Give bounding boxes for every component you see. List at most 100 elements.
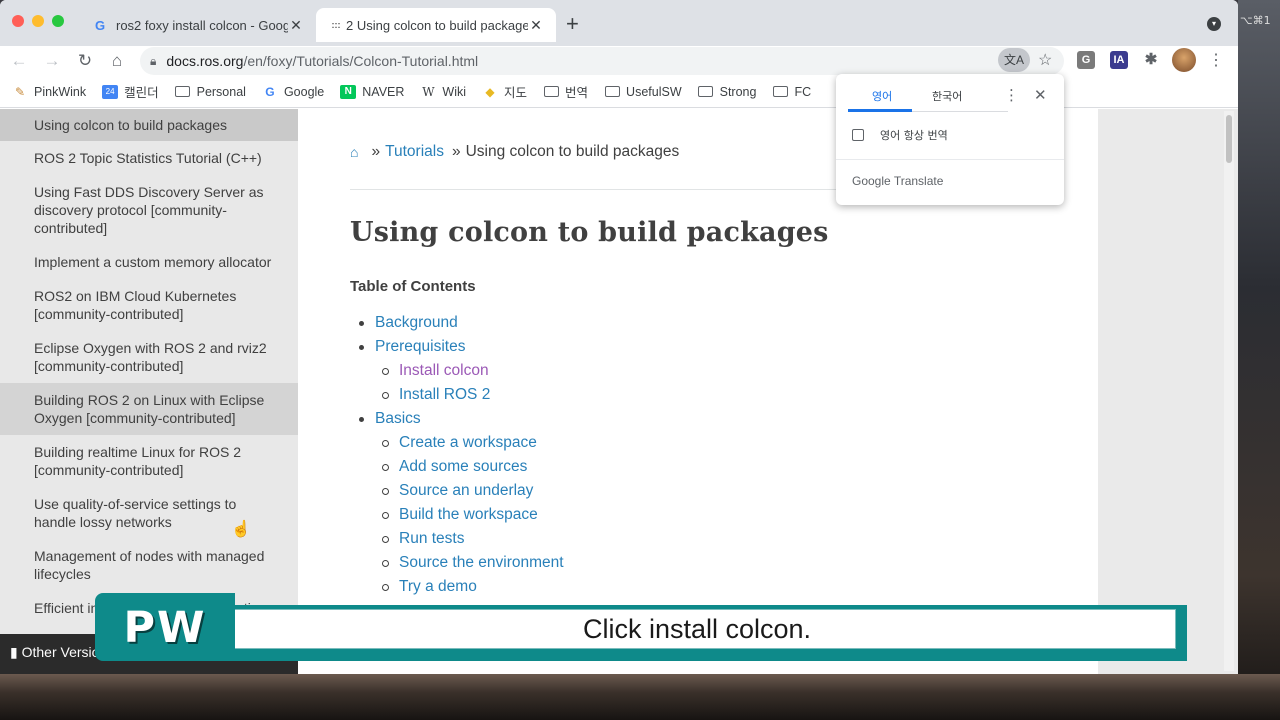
toc-link-background[interactable]: Background xyxy=(375,311,458,335)
home-icon[interactable]: ⌂ xyxy=(106,50,128,72)
circle-bullet-icon xyxy=(382,487,389,495)
toc-link-install-ros-2[interactable]: Install ROS 2 xyxy=(399,383,490,407)
toc-item: Build the workspace xyxy=(358,503,564,527)
close-icon[interactable]: ✕ xyxy=(1034,86,1047,104)
scrollbar-thumb[interactable] xyxy=(1226,115,1232,163)
bookmark-google[interactable]: G Google xyxy=(262,85,324,99)
wiki-icon: W xyxy=(422,84,435,99)
bookmark-usefulsw[interactable]: UsefulSW xyxy=(604,85,682,99)
toc-link-build-the-workspace[interactable]: Build the workspace xyxy=(399,503,538,527)
bookmark-naver[interactable]: N NAVER xyxy=(340,84,404,99)
minimize-window-button[interactable] xyxy=(32,15,44,27)
sidebar-item-qos[interactable]: Use quality-of-service settings to handl… xyxy=(0,487,298,539)
profile-avatar[interactable] xyxy=(1172,48,1196,72)
toc-item: Basics xyxy=(358,407,564,431)
new-tab-plus-icon[interactable]: + xyxy=(566,13,579,35)
bookmark-personal[interactable]: Personal xyxy=(175,85,246,99)
toc-item: Source an underlay xyxy=(358,479,564,503)
always-translate-label: 영어 항상 번역 xyxy=(880,129,948,142)
sidebar-item-eclipse-rviz2[interactable]: Eclipse Oxygen with ROS 2 and rviz2 [com… xyxy=(0,331,298,383)
address-bar[interactable]: 🔒︎ docs.ros.org/en/foxy/Tutorials/Colcon… xyxy=(140,47,1064,75)
bullet-icon xyxy=(359,320,364,326)
toc-link-add-some-sources[interactable]: Add some sources xyxy=(399,455,527,479)
tab-source-language[interactable]: 영어 xyxy=(872,88,892,104)
forward-arrow-icon[interactable]: → xyxy=(41,50,63,72)
sidebar-item-realtime-linux[interactable]: Building realtime Linux for ROS 2 [commu… xyxy=(0,435,298,487)
breadcrumb-separator: » xyxy=(451,143,461,160)
browser-menu-icon[interactable]: ⋮ xyxy=(1208,50,1224,70)
browser-tab-google-search[interactable]: G ros2 foxy install colcon - Goog ✕ xyxy=(80,8,316,42)
sidebar-item-fast-dds[interactable]: Using Fast DDS Discovery Server as disco… xyxy=(0,175,298,245)
url-path: /en/foxy/Tutorials/Colcon-Tutorial.html xyxy=(243,53,479,69)
close-tab-icon[interactable]: ✕ xyxy=(288,17,304,34)
close-window-button[interactable] xyxy=(12,15,24,27)
circle-bullet-icon xyxy=(382,463,389,471)
toc-link-create-a-workspace[interactable]: Create a workspace xyxy=(399,431,537,455)
toc-item: Background xyxy=(358,311,564,335)
lock-icon[interactable]: 🔒︎ xyxy=(150,54,156,69)
folder-icon xyxy=(543,85,559,99)
bookmark-label: 지도 xyxy=(504,86,528,100)
tab-target-language[interactable]: 한국어 xyxy=(932,88,962,104)
bookmark-wiki[interactable]: W Wiki xyxy=(420,85,466,99)
browser-tab-colcon-tutorial[interactable]: ::: 2 Using colcon to build packages ✕ xyxy=(316,8,556,42)
desktop-background-bottom xyxy=(0,674,1280,720)
mouse-cursor-icon: ☝ xyxy=(231,521,251,538)
bullet-icon xyxy=(359,416,364,422)
bookmark-pinkwink[interactable]: ✎ PinkWink xyxy=(12,85,86,99)
bookmark-calendar[interactable]: 24 캘린더 xyxy=(102,82,159,101)
bookmark-label: PinkWink xyxy=(34,84,87,99)
toc-link-source-an-underlay[interactable]: Source an underlay xyxy=(399,479,533,503)
circle-bullet-icon xyxy=(382,367,389,375)
sidebar-item-eclipse-linux[interactable]: Building ROS 2 on Linux with Eclipse Oxy… xyxy=(0,383,298,435)
bookmark-map[interactable]: ◆ 지도 xyxy=(482,82,527,101)
sidebar-item-lifecycles[interactable]: Management of nodes with managed lifecyc… xyxy=(0,539,298,591)
back-arrow-icon[interactable]: ← xyxy=(8,50,30,72)
extension-g-icon[interactable]: G xyxy=(1077,51,1095,69)
extensions-puzzle-icon[interactable]: ✱ xyxy=(1142,51,1160,69)
toc-item: Run tests xyxy=(358,527,564,551)
calendar-icon: 24 xyxy=(102,84,119,99)
tab-title: 2 Using colcon to build packages xyxy=(346,17,528,33)
toc-link-run-tests[interactable]: Run tests xyxy=(399,527,464,551)
home-icon[interactable]: ⌂ xyxy=(350,144,358,160)
toc-link-source-the-environment[interactable]: Source the environment xyxy=(399,551,564,575)
circle-bullet-icon xyxy=(382,511,389,519)
sidebar-item-memory-allocator[interactable]: Implement a custom memory allocator xyxy=(0,245,298,279)
bookmark-fc[interactable]: FC xyxy=(772,85,811,99)
table-of-contents: Background Prerequisites Install colcon Ins… xyxy=(358,311,564,599)
folder-icon xyxy=(175,85,191,99)
fullscreen-window-button[interactable] xyxy=(52,15,64,27)
toc-item: Create a workspace xyxy=(358,431,564,455)
book-icon: ▮ xyxy=(10,644,22,660)
sidebar-item-topic-statistics[interactable]: ROS 2 Topic Statistics Tutorial (C++) xyxy=(0,141,298,175)
translate-page-icon[interactable]: 文A xyxy=(998,48,1030,72)
toc-item: Prerequisites xyxy=(358,335,564,359)
bookmark-strong[interactable]: Strong xyxy=(698,85,756,99)
bookmark-translate-folder[interactable]: 번역 xyxy=(543,82,588,101)
breadcrumb: ⌂ » Tutorials » Using colcon to build pa… xyxy=(350,143,679,161)
bookmark-label: Wiki xyxy=(442,84,467,99)
breadcrumb-link-tutorials[interactable]: Tutorials xyxy=(385,143,444,161)
sidebar-item-colcon[interactable]: Using colcon to build packages xyxy=(0,109,298,141)
translate-options-icon[interactable]: ⋮ xyxy=(1004,86,1019,104)
always-translate-checkbox[interactable] xyxy=(852,129,864,141)
close-tab-icon[interactable]: ✕ xyxy=(528,17,544,34)
toc-link-try-a-demo[interactable]: Try a demo xyxy=(399,575,477,599)
toc-link-prerequisites[interactable]: Prerequisites xyxy=(375,335,465,359)
toc-link-basics[interactable]: Basics xyxy=(375,407,421,431)
caption-text: Click install colcon. xyxy=(582,614,812,644)
bookmark-label: 캘린더 xyxy=(124,86,159,100)
page-right-margin xyxy=(1098,109,1238,674)
bullet-icon xyxy=(359,344,364,350)
tab-search-chevron-icon[interactable]: ▾ xyxy=(1207,17,1221,31)
bookmark-star-icon[interactable]: ☆ xyxy=(1038,50,1052,70)
active-tab-indicator xyxy=(848,109,912,112)
toc-link-install-colcon[interactable]: Install colcon xyxy=(399,359,489,383)
page-title: Using colcon to build packages xyxy=(350,217,829,248)
docs-sidebar: Using colcon to build packages ROS 2 Top… xyxy=(0,109,298,674)
reload-icon[interactable]: ↻ xyxy=(74,50,96,72)
extension-ia-icon[interactable]: IA xyxy=(1110,51,1128,69)
page-scrollbar[interactable] xyxy=(1224,111,1234,671)
sidebar-item-ibm-cloud[interactable]: ROS2 on IBM Cloud Kubernetes [community-… xyxy=(0,279,298,331)
